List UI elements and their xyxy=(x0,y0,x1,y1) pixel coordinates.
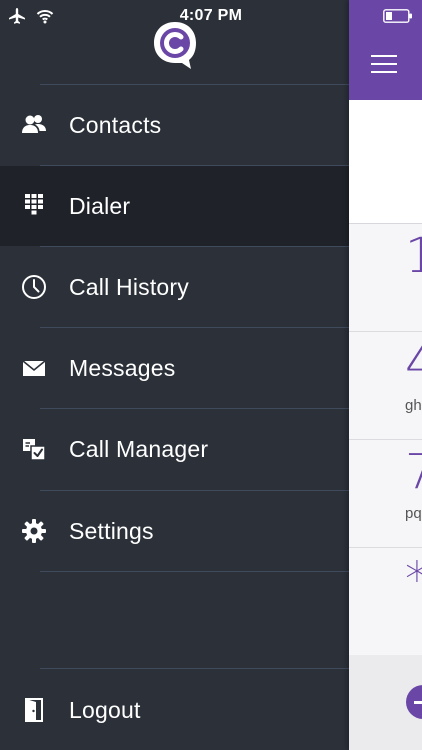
key-digit: 1 xyxy=(405,232,422,280)
key-digit: 7 xyxy=(405,448,422,496)
contacts-icon xyxy=(21,112,47,138)
dialpad-icon xyxy=(21,193,47,219)
menu-item-contacts[interactable]: Contacts xyxy=(0,85,349,165)
navigation-drawer: Contacts Dialer Call History Messages Ca… xyxy=(0,0,349,750)
menu-item-dialer[interactable]: Dialer xyxy=(0,166,349,246)
door-exit-icon xyxy=(21,697,47,723)
dialer-key-star[interactable]: * xyxy=(349,548,422,656)
key-digit: * xyxy=(405,556,422,604)
call-manager-icon xyxy=(21,436,47,462)
clock-icon xyxy=(21,274,47,300)
menu-item-label: Messages xyxy=(69,354,176,381)
status-time: 4:07 PM xyxy=(179,7,243,24)
dialer-screen: 1 4 ghi 7 pqrs * xyxy=(349,0,422,750)
key-letters: ghi xyxy=(405,397,422,414)
envelope-icon xyxy=(21,355,47,381)
dialer-key-4[interactable]: 4 ghi xyxy=(349,332,422,440)
status-bar: 4:07 PM xyxy=(0,0,422,32)
gear-icon xyxy=(21,518,47,544)
logout-button[interactable]: Logout xyxy=(0,670,349,750)
menu-item-label: Dialer xyxy=(69,192,131,219)
menu-item-call-manager[interactable]: Call Manager xyxy=(0,409,349,489)
menu-item-label: Contacts xyxy=(69,111,162,138)
menu-item-settings[interactable]: Settings xyxy=(0,491,349,571)
dialed-number-display xyxy=(349,100,422,224)
key-letters: pqrs xyxy=(405,505,422,522)
dialer-key-7[interactable]: 7 pqrs xyxy=(349,440,422,548)
menu-divider xyxy=(40,571,349,572)
logout-label: Logout xyxy=(69,696,141,723)
hamburger-menu-icon[interactable] xyxy=(371,55,397,73)
menu-item-label: Call Manager xyxy=(69,435,209,462)
key-digit: 4 xyxy=(405,340,422,388)
battery-icon xyxy=(383,9,412,23)
menu-item-label: Settings xyxy=(69,517,154,544)
menu-divider xyxy=(40,668,349,669)
dialer-key-1[interactable]: 1 xyxy=(349,224,422,332)
menu-item-label: Call History xyxy=(69,273,189,300)
menu-item-messages[interactable]: Messages xyxy=(0,328,349,408)
menu-item-call-history[interactable]: Call History xyxy=(0,247,349,327)
